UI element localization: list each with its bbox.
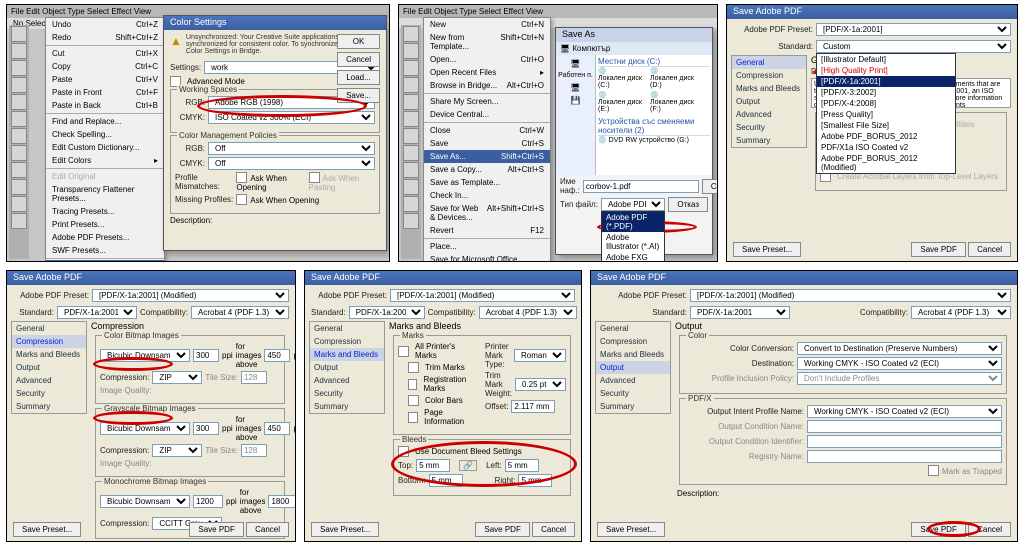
standard-select[interactable]: Custom xyxy=(816,40,1011,53)
gray-compression-select[interactable]: ZIP xyxy=(152,444,202,457)
section-list[interactable]: General Compression Marks and Bleeds Out… xyxy=(595,321,671,414)
warn-icon: ▲ xyxy=(170,34,182,55)
filetype-list[interactable]: Adobe PDF (*.PDF) Adobe Illustrator (*.A… xyxy=(601,211,665,262)
color-settings-dialog: Color Settings ▲ Unsynchronized: Your Cr… xyxy=(163,15,387,251)
preset-dropdown-list[interactable]: [Illustrator Default] [High Quality Prin… xyxy=(816,53,956,174)
panel-color-settings: File Edit Object Type Select Effect View… xyxy=(6,4,390,262)
preset-select[interactable]: [PDF/X-1a:2001] xyxy=(816,23,1011,36)
filename-input[interactable] xyxy=(583,180,699,193)
save-pdf-button[interactable]: Save PDF xyxy=(911,522,965,537)
cancel-button[interactable]: Cancel xyxy=(968,242,1011,257)
save-button[interactable]: Save... xyxy=(337,88,380,103)
save-button[interactable]: Съхрани xyxy=(702,179,718,194)
save-preset-button[interactable]: Save Preset... xyxy=(733,242,801,257)
ok-button[interactable]: OK xyxy=(337,34,380,49)
panel-compression: Save Adobe PDF Adobe PDF Preset:[PDF/X-1… xyxy=(6,270,296,542)
ai-tools-left[interactable] xyxy=(9,25,29,259)
panel-general: Save Adobe PDF Adobe PDF Preset:[PDF/X-1… xyxy=(726,4,1018,262)
bleed-top[interactable] xyxy=(416,459,450,472)
destination-select[interactable]: Working CMYK - ISO Coated v2 (ECI) xyxy=(797,357,1002,370)
places-pane[interactable]: 🖥 Работен п. 🖥 💾 xyxy=(556,55,596,175)
section-list[interactable]: General Compression Marks and Bleeds Out… xyxy=(11,321,87,414)
cancel-button[interactable]: Cancel xyxy=(337,52,380,67)
cmyk-select[interactable]: ISO Coated v2 300% (ECI) xyxy=(208,111,375,124)
link-icon[interactable]: 🔗 xyxy=(459,460,477,471)
bleed-bottom[interactable] xyxy=(429,474,463,487)
bleed-left[interactable] xyxy=(505,459,539,472)
panel-save-as: File Edit Object Type Select Effect View… xyxy=(398,4,718,262)
bleed-right[interactable] xyxy=(518,474,552,487)
file-menu-dropdown[interactable]: NewCtrl+N New from Template...Shift+Ctrl… xyxy=(423,17,551,262)
save-pdf-button[interactable]: Save PDF xyxy=(911,242,965,257)
color-settings-title: Color Settings xyxy=(164,16,386,30)
edit-color-settings-item: Color Settings...Shift+Ctrl+K xyxy=(46,260,164,262)
file-save-as-item: Save As...Shift+Ctrl+S xyxy=(424,150,550,163)
output-intent-select[interactable]: Working CMYK - ISO Coated v2 (ECI) xyxy=(807,405,1002,418)
cancel-button[interactable]: Отказ xyxy=(668,197,708,212)
load-button[interactable]: Load... xyxy=(337,70,380,85)
use-doc-bleed-check[interactable]: Use Document Bleed Settings xyxy=(398,446,566,457)
filetype-select[interactable]: Adobe PDF (*.PDF) xyxy=(601,198,665,211)
panel-marks-bleeds: Save Adobe PDF Adobe PDF Preset:[PDF/X-1… xyxy=(304,270,582,542)
edit-menu-dropdown[interactable]: UndoCtrl+Z RedoShift+Ctrl+Z CutCtrl+X Co… xyxy=(45,17,165,262)
ai-tools-left[interactable] xyxy=(401,25,421,259)
section-list[interactable]: General Compression Marks and Bleeds Out… xyxy=(309,321,385,414)
section-list[interactable]: General Compression Marks and Bleeds Out… xyxy=(731,55,807,148)
panel-output: Save Adobe PDF Adobe PDF Preset:[PDF/X-1… xyxy=(590,270,1018,542)
color-compression-select[interactable]: ZIP xyxy=(152,371,202,384)
file-area[interactable]: Местни диск (C:) 💿Локален диск (C:) 💿Лок… xyxy=(596,55,712,175)
save-as-dialog: Save As 🖥 Компютър 🖥 Работен п. 🖥 💾 Мест… xyxy=(555,27,713,255)
